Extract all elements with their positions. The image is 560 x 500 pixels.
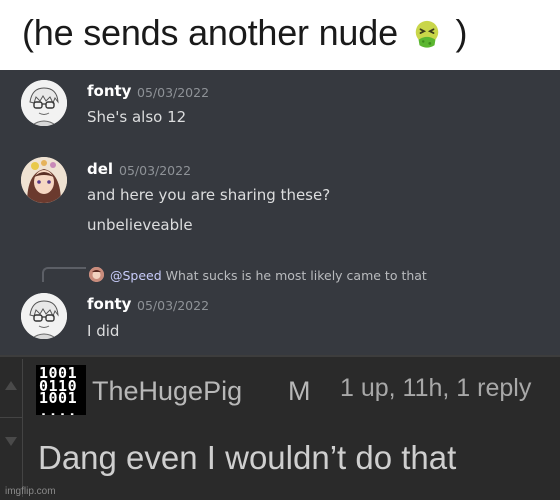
gender-badge: M <box>288 376 311 406</box>
user-icon-binary: 1001 0110 1001 .... <box>39 365 78 416</box>
caption-text: (he sends another nude ) <box>22 12 468 54</box>
message-text: She's also 12 <box>87 108 187 126</box>
caption-text-main: (he sends another nude <box>22 12 398 53</box>
watermark: imgflip.com <box>5 486 56 497</box>
binary-code-icon[interactable]: 1001 0110 1001 .... <box>36 365 86 415</box>
message-username[interactable]: fonty <box>87 295 131 313</box>
message-timestamp: 05/03/2022 <box>137 85 210 100</box>
message-text: and here you are sharing these? <box>87 186 331 204</box>
caption-text-close: ) <box>455 12 468 53</box>
divider <box>0 355 560 357</box>
divider <box>0 417 22 418</box>
anime-boy-avatar-icon <box>21 293 67 339</box>
meme-caption: (he sends another nude ) <box>0 0 560 70</box>
message-username[interactable]: fonty <box>87 82 131 100</box>
anime-boy-avatar-icon <box>21 80 67 126</box>
comment-text: Dang even I wouldn’t do that <box>38 439 457 476</box>
upvote-icon[interactable] <box>5 381 17 390</box>
reply-avatar-icon <box>89 267 104 282</box>
message-username[interactable]: del <box>87 160 113 178</box>
message-timestamp: 05/03/2022 <box>137 298 210 313</box>
message-timestamp: 05/03/2022 <box>119 163 192 178</box>
nauseated-face-icon <box>415 20 438 48</box>
avatar[interactable] <box>21 80 67 126</box>
message-text: I did <box>87 322 120 340</box>
avatar[interactable] <box>21 157 67 203</box>
reply-avatar[interactable] <box>89 267 104 282</box>
comment-username[interactable]: TheHugePig <box>92 376 242 407</box>
message-text: unbelieveable <box>87 216 193 234</box>
reply-text: What sucks is he most likely came to tha… <box>165 268 427 283</box>
reply-connector <box>42 267 86 282</box>
chat-panel: fonty 05/03/2022 She's also 12 del 05/03… <box>0 70 560 355</box>
avatar[interactable] <box>21 293 67 339</box>
anime-girl-avatar-icon <box>21 157 67 203</box>
downvote-icon[interactable] <box>5 437 17 446</box>
comment-meta[interactable]: 1 up, 11h, 1 reply <box>340 374 531 403</box>
reply-preview[interactable]: @Speed What sucks is he most likely came… <box>110 268 427 283</box>
comment-panel: 1001 0110 1001 .... TheHugePig M 1 up, 1… <box>0 355 560 500</box>
reply-mention[interactable]: @Speed <box>110 268 162 283</box>
vote-column <box>0 359 23 497</box>
